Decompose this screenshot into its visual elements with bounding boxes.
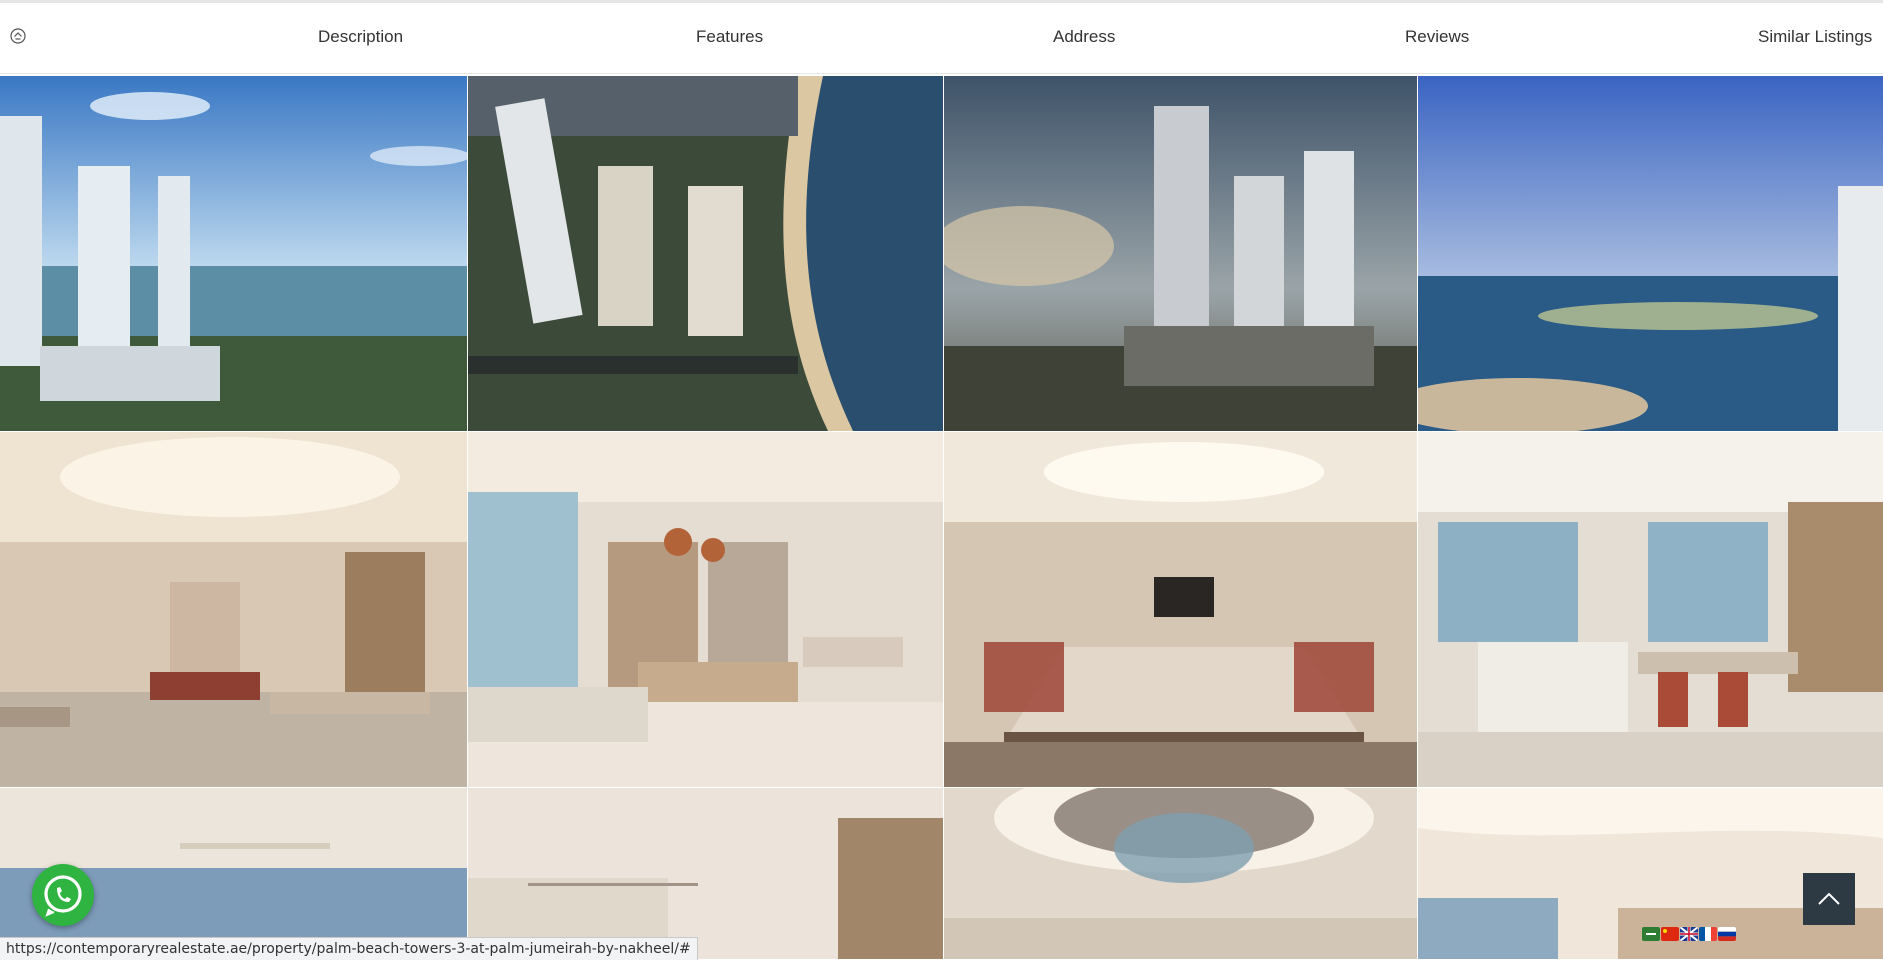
flag-en-icon[interactable]: [1680, 927, 1698, 941]
home-circle-icon[interactable]: [10, 28, 26, 44]
nav-address[interactable]: Address: [1053, 27, 1115, 47]
gallery-image-boardroom-interior[interactable]: [944, 432, 1417, 787]
nav-similar-listings[interactable]: Similar Listings: [1758, 27, 1872, 47]
gallery-image-towers-waterfront-aerial[interactable]: [0, 76, 467, 431]
flag-ru-icon[interactable]: [1718, 927, 1736, 941]
gallery-image-lounge-interior[interactable]: [0, 432, 467, 787]
gallery-image-palm-island-sea-view[interactable]: [1418, 76, 1883, 431]
flag-ar-icon[interactable]: [1642, 927, 1660, 941]
image-gallery: [0, 76, 1883, 959]
flag-zh-icon[interactable]: [1661, 927, 1679, 941]
gallery-image-towers-sunset[interactable]: [944, 76, 1417, 431]
property-section-nav: Description Features Address Reviews Sim…: [0, 0, 1883, 74]
nav-features[interactable]: Features: [696, 27, 763, 47]
gallery-image-dining-kitchen-interior[interactable]: [1418, 432, 1883, 787]
chevron-up-icon: [1818, 892, 1840, 905]
flag-fr-icon[interactable]: [1699, 927, 1717, 941]
gallery-image-hallway-interior[interactable]: [468, 788, 943, 959]
whatsapp-chat-button[interactable]: [32, 864, 94, 926]
back-to-top-button[interactable]: [1803, 873, 1855, 925]
language-switcher: [1642, 927, 1736, 943]
gallery-image-games-room-interior[interactable]: [468, 432, 943, 787]
browser-status-bar-url: https://contemporaryrealestate.ae/proper…: [0, 937, 698, 960]
nav-description[interactable]: Description: [318, 27, 403, 47]
whatsapp-icon: [44, 875, 82, 917]
gallery-image-chandelier-lobby-interior[interactable]: [944, 788, 1417, 959]
nav-reviews[interactable]: Reviews: [1405, 27, 1469, 47]
gallery-image-towers-beach-aerial[interactable]: [468, 76, 943, 431]
